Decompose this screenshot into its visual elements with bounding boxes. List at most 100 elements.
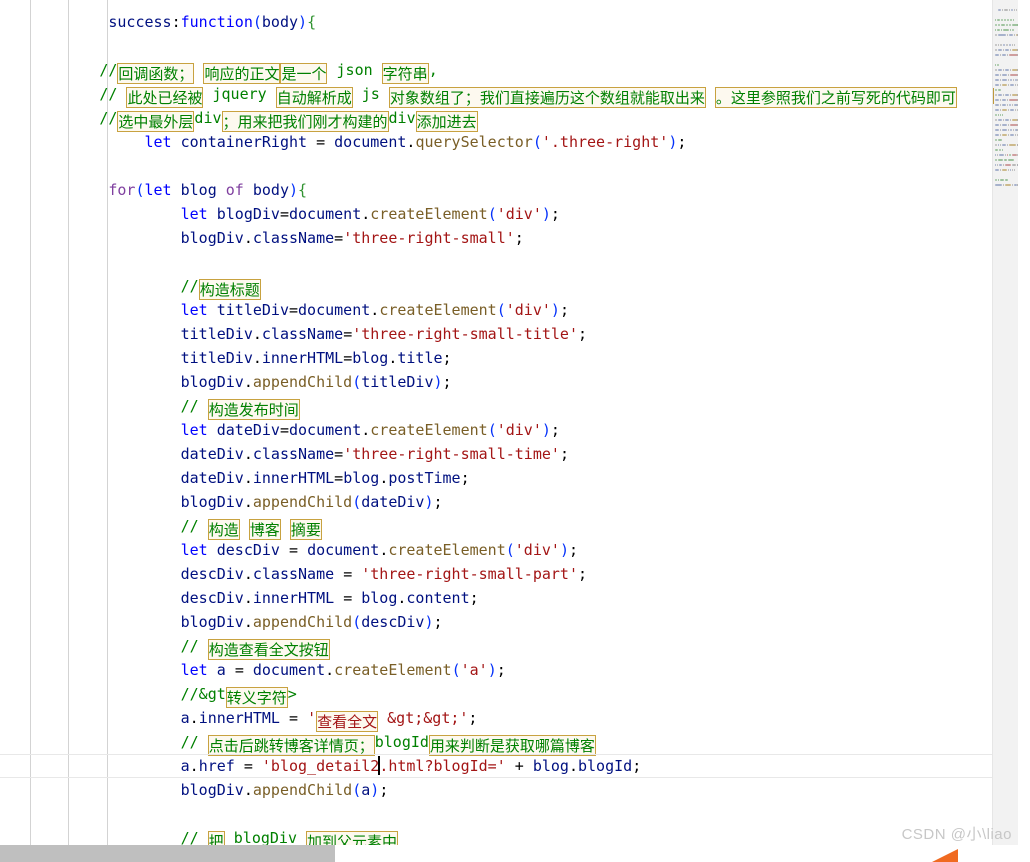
horizontal-scrollbar[interactable] — [0, 845, 1030, 862]
code-token: blogDiv — [0, 493, 244, 511]
minimap[interactable] — [992, 0, 1018, 845]
minimap-line-segment — [1008, 169, 1009, 171]
code-token: ( — [352, 781, 362, 799]
minimap-line-segment — [1005, 24, 1008, 26]
minimap-line-segment — [995, 94, 997, 96]
code-line[interactable]: titleDiv.className='three-right-small-ti… — [0, 322, 1004, 346]
code-token: 'three-right-small-time' — [343, 445, 560, 463]
minimap-line-segment — [999, 104, 1001, 106]
code-line[interactable] — [0, 802, 1004, 826]
code-line[interactable]: blogDiv.appendChild(a); — [0, 778, 1004, 802]
code-line[interactable] — [0, 0, 1004, 10]
code-line[interactable] — [0, 154, 1004, 178]
minimap-slider[interactable] — [993, 0, 1018, 845]
code-token: 'three-right-small' — [343, 229, 515, 247]
code-token: titleDiv — [0, 325, 253, 343]
minimap-line-segment — [998, 144, 999, 146]
code-line[interactable] — [0, 250, 1004, 274]
code-line[interactable]: // 把 blogDiv 加到父元素中 — [0, 826, 1004, 845]
code-token: dateDiv — [216, 421, 280, 439]
minimap-line-segment — [997, 89, 1001, 91]
minimap-line-segment — [1002, 79, 1007, 81]
code-token: blogId — [374, 733, 429, 751]
code-token: descDiv — [0, 565, 244, 583]
code-token: dateDiv — [361, 493, 425, 511]
code-token: innerHTML — [252, 469, 335, 487]
minimap-line-segment — [995, 29, 996, 31]
minimap-line-segment — [1012, 154, 1017, 156]
code-line[interactable]: //&gt转义字符> — [0, 682, 1004, 708]
code-line[interactable]: // 构造 博客 摘要 — [0, 514, 1004, 540]
code-line[interactable]: blogDiv.className='three-right-small'; — [0, 226, 1004, 250]
code-token: dateDiv — [0, 445, 244, 463]
code-token: // — [0, 277, 199, 295]
minimap-line-segment — [1008, 159, 1014, 161]
code-token: className — [252, 565, 344, 583]
minimap-line-segment — [1005, 119, 1009, 121]
code-line[interactable]: let dateDiv=document.createElement('div'… — [0, 418, 1004, 442]
minimap-line-segment — [999, 169, 1001, 171]
code-line[interactable]: descDiv.className = 'three-right-small-p… — [0, 562, 1004, 586]
code-line[interactable]: // 此处已经被 jquery 自动解析成 js 对象数组了；我们直接遍历这个数… — [0, 82, 1004, 108]
code-line[interactable]: //构造标题 — [0, 274, 1004, 300]
code-token: createElement — [334, 661, 452, 679]
code-token: blogDiv — [0, 373, 244, 391]
code-token: ( — [487, 421, 497, 439]
code-token: createElement — [379, 301, 497, 319]
code-token: ) — [541, 205, 551, 223]
code-line[interactable]: let containerRight = document.querySelec… — [0, 130, 1004, 154]
code-token: let — [0, 661, 217, 679]
minimap-line-segment — [995, 169, 999, 171]
code-line[interactable]: a.href = 'blog_detail2.html?blogId=' + b… — [0, 754, 1004, 778]
code-line[interactable]: dateDiv.innerHTML=blog.postTime; — [0, 466, 1004, 490]
minimap-line-segment — [995, 34, 997, 36]
cjk-boxed-text: 把 — [207, 831, 225, 845]
code-line[interactable]: let titleDiv=document.createElement('div… — [0, 298, 1004, 322]
code-token: = — [343, 589, 362, 607]
code-line[interactable]: blogDiv.appendChild(titleDiv); — [0, 370, 1004, 394]
code-line[interactable]: let descDiv = document.createElement('di… — [0, 538, 1004, 562]
vertical-scrollbar[interactable] — [1018, 0, 1030, 845]
horizontal-scrollbar-thumb[interactable] — [0, 845, 335, 862]
orange-accent-sliver — [932, 849, 958, 862]
code-line[interactable]: let a = document.createElement('a'); — [0, 658, 1004, 682]
cjk-boxed-text: 构造 — [207, 519, 240, 540]
minimap-line-segment — [999, 134, 1001, 136]
code-editor-viewport[interactable]: success:function(body){ //回调函数； 响应的正文 是一个… — [0, 0, 1004, 845]
code-line[interactable]: // 构造查看全文按钮 — [0, 634, 1004, 660]
code-token: // — [0, 61, 118, 79]
minimap-line-segment — [1010, 84, 1014, 86]
code-token: body — [261, 13, 299, 31]
cjk-boxed-text: 响应的正文 — [203, 63, 281, 84]
code-token: containerRight — [180, 133, 317, 151]
code-content[interactable]: success:function(body){ //回调函数； 响应的正文 是一个… — [0, 0, 1004, 845]
code-line[interactable]: // 构造发布时间 — [0, 394, 1004, 420]
code-token: descDiv — [0, 589, 244, 607]
minimap-line-segment — [1001, 104, 1006, 106]
code-line[interactable]: //回调函数； 响应的正文 是一个 json 字符串, — [0, 58, 1004, 84]
code-token: className — [261, 325, 344, 343]
code-line[interactable]: dateDiv.className='three-right-small-tim… — [0, 442, 1004, 466]
code-line[interactable] — [0, 34, 1004, 58]
code-line[interactable]: a.innerHTML = '查看全文 &gt;&gt;'; — [0, 706, 1004, 732]
code-line[interactable]: blogDiv.appendChild(descDiv); — [0, 610, 1004, 634]
code-token: blogId — [578, 757, 633, 775]
code-token: let — [0, 541, 217, 559]
code-token: js — [352, 85, 389, 103]
code-line[interactable]: success:function(body){ — [0, 10, 1004, 34]
minimap-line-segment — [995, 79, 999, 81]
code-line[interactable]: //选中最外层div；用来把我们刚才构建的div添加进去 — [0, 106, 1004, 132]
code-token: . — [189, 757, 199, 775]
minimap-line-segment — [1015, 84, 1016, 86]
minimap-line-segment — [1004, 9, 1009, 11]
code-line[interactable]: // 点击后跳转博客详情页；blogId用来判断是获取哪篇博客 — [0, 730, 1004, 756]
minimap-line-segment — [1002, 94, 1004, 96]
code-line[interactable]: descDiv.innerHTML = blog.content; — [0, 586, 1004, 610]
code-line[interactable]: titleDiv.innerHTML=blog.title; — [0, 346, 1004, 370]
code-line[interactable]: let blogDiv=document.createElement('div'… — [0, 202, 1004, 226]
code-token: ; — [442, 349, 452, 367]
code-line[interactable]: for(let blog of body){ — [0, 178, 1004, 202]
code-token: div — [388, 109, 416, 127]
code-line[interactable]: blogDiv.appendChild(dateDiv); — [0, 490, 1004, 514]
